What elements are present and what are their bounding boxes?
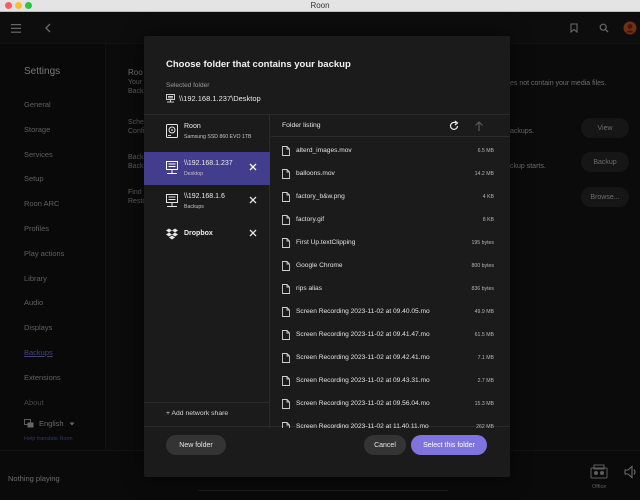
folder-listing-title: Folder listing <box>282 122 321 129</box>
file-icon <box>282 353 290 363</box>
file-name: balloons.mov <box>296 170 335 177</box>
file-name: Screen Recording 2023-11-02 at 11.40.11.… <box>296 423 429 428</box>
file-row[interactable]: balloons.mov 14.2 MB <box>271 163 510 186</box>
cancel-button[interactable]: Cancel <box>364 435 406 455</box>
network-drive-icon <box>166 161 178 174</box>
file-icon <box>282 261 290 271</box>
file-size: 7.1 MB <box>477 355 494 361</box>
file-name: Screen Recording 2023-11-02 at 09.56.04.… <box>296 400 430 407</box>
file-name: Screen Recording 2023-11-02 at 09.41.47.… <box>296 331 430 338</box>
file-icon <box>282 376 290 386</box>
location-dropbox[interactable]: Dropbox <box>144 218 270 251</box>
file-name: factory_b&w.png <box>296 193 345 200</box>
file-icon <box>282 330 290 340</box>
window-titlebar: Roon <box>0 0 640 12</box>
file-row[interactable]: Screen Recording 2023-11-02 at 09.42.41.… <box>271 347 510 370</box>
file-size: 49.9 MB <box>474 309 494 315</box>
file-size: 6.5 MB <box>477 148 494 154</box>
folder-browser: Roon Samsung SSD 860 EVO 1TB \\192.168.1… <box>144 114 510 428</box>
refresh-icon[interactable] <box>448 120 460 132</box>
file-size: 836 bytes <box>471 286 495 292</box>
folder-listing-header: Folder listing <box>271 115 510 137</box>
file-row[interactable]: First Up.textClipping 195 bytes <box>271 232 510 255</box>
location-name: \\192.168.1.6 <box>184 193 225 200</box>
file-row[interactable]: Screen Recording 2023-11-02 at 09.40.05.… <box>271 301 510 324</box>
file-name: Screen Recording 2023-11-02 at 09.43.31.… <box>296 377 430 384</box>
drive-icon <box>166 124 178 138</box>
folder-listing: Folder listing alterd_images.mov 6.5 MB ba… <box>271 115 510 428</box>
file-icon <box>282 422 290 428</box>
file-name: factory.gif <box>296 216 325 223</box>
location-192-168-1-6[interactable]: \\192.168.1.6 Backups <box>144 185 270 218</box>
select-this-folder-button[interactable]: Select this folder <box>411 435 487 455</box>
new-folder-button[interactable]: New folder <box>166 435 226 455</box>
remove-location-icon[interactable] <box>248 162 258 172</box>
file-row[interactable]: rips alias 836 bytes <box>271 278 510 301</box>
file-icon <box>282 215 290 225</box>
location-name: \\192.168.1.237 <box>184 160 233 167</box>
file-row[interactable]: alterd_images.mov 6.5 MB <box>271 140 510 163</box>
network-drive-icon <box>166 194 178 207</box>
file-name: Screen Recording 2023-11-02 at 09.42.41.… <box>296 354 430 361</box>
locations-list: Roon Samsung SSD 860 EVO 1TB \\192.168.1… <box>144 115 270 428</box>
choose-backup-folder-dialog: Choose folder that contains your backup … <box>144 36 510 477</box>
dialog-title: Choose folder that contains your backup <box>166 59 351 70</box>
file-row[interactable]: Screen Recording 2023-11-02 at 09.56.04.… <box>271 393 510 416</box>
selected-folder-path: \\192.168.1.237\Desktop <box>166 94 261 103</box>
location-subtitle: Samsung SSD 860 EVO 1TB <box>184 134 252 140</box>
location-name: Roon <box>184 123 201 130</box>
file-icon <box>282 146 290 156</box>
selected-folder-label: Selected folder <box>166 82 210 89</box>
location-name: Dropbox <box>184 230 213 237</box>
file-row[interactable]: factory.gif 8 KB <box>271 209 510 232</box>
divider <box>144 402 270 403</box>
file-row[interactable]: factory_b&w.png 4 KB <box>271 186 510 209</box>
dropbox-icon <box>166 228 178 240</box>
file-name: alterd_images.mov <box>296 147 352 154</box>
file-icon <box>282 238 290 248</box>
file-row[interactable]: Google Chrome 800 bytes <box>271 255 510 278</box>
add-network-share-button[interactable]: + Add network share <box>166 410 228 417</box>
file-size: 2.7 MB <box>477 378 494 384</box>
file-size: 262 MB <box>476 424 494 428</box>
file-row[interactable]: Screen Recording 2023-11-02 at 09.43.31.… <box>271 370 510 393</box>
file-size: 8 KB <box>482 217 494 223</box>
file-row[interactable]: Screen Recording 2023-11-02 at 09.41.47.… <box>271 324 510 347</box>
file-size: 800 bytes <box>471 263 495 269</box>
location-192-168-1-237[interactable]: \\192.168.1.237 Desktop <box>144 152 270 185</box>
file-icon <box>282 307 290 317</box>
file-size: 195 bytes <box>471 240 495 246</box>
file-name: rips alias <box>296 285 323 292</box>
location-subtitle: Backups <box>184 204 204 210</box>
file-icon <box>282 169 290 179</box>
selected-folder-path-text: \\192.168.1.237\Desktop <box>179 94 261 103</box>
file-name: Screen Recording 2023-11-02 at 09.40.05.… <box>296 308 430 315</box>
file-name: First Up.textClipping <box>296 239 356 246</box>
file-size: 61.5 MB <box>474 332 494 338</box>
file-size: 15.3 MB <box>474 401 494 407</box>
file-icon <box>282 399 290 409</box>
file-icon <box>282 192 290 202</box>
file-icon <box>282 284 290 294</box>
parent-folder-arrow-icon[interactable] <box>473 120 485 132</box>
network-drive-icon <box>166 94 175 103</box>
location-subtitle: Desktop <box>184 171 204 177</box>
file-row[interactable]: Screen Recording 2023-11-02 at 11.40.11.… <box>271 416 510 428</box>
file-size: 14.2 MB <box>474 171 494 177</box>
window-title: Roon <box>310 1 330 10</box>
location-roon[interactable]: Roon Samsung SSD 860 EVO 1TB <box>144 115 270 148</box>
remove-location-icon[interactable] <box>248 228 258 238</box>
file-name: Google Chrome <box>296 262 343 269</box>
file-size: 4 KB <box>482 194 494 200</box>
remove-location-icon[interactable] <box>248 195 258 205</box>
